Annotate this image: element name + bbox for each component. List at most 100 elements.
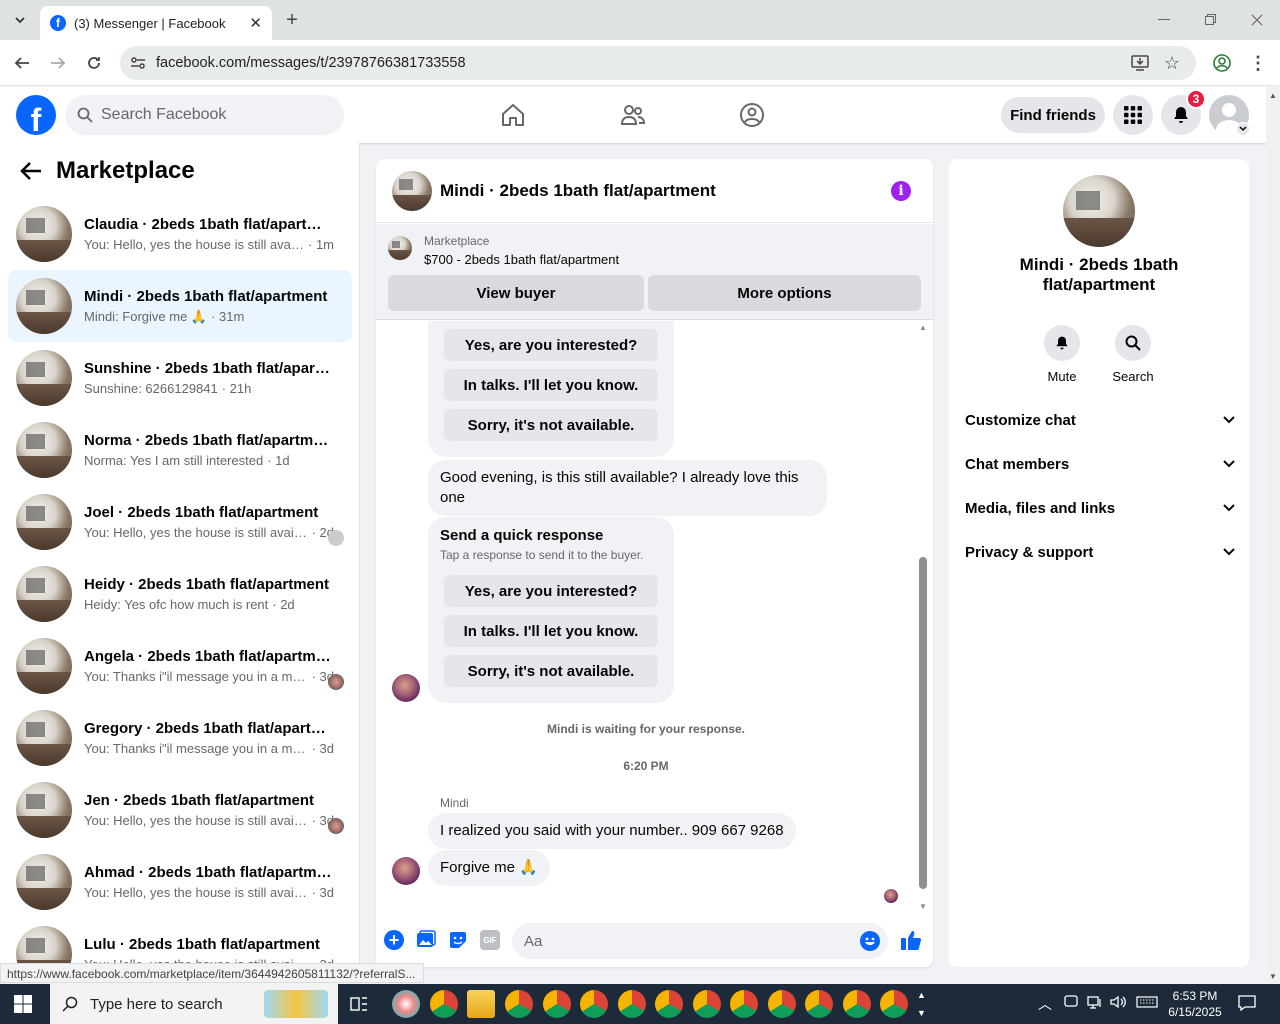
profile-icon[interactable] (1210, 51, 1234, 75)
thread-scrollbar[interactable]: ▲ ▼ (917, 321, 929, 913)
conversation-item[interactable]: Gregory · 2beds 1bath flat/apartment You:… (8, 702, 352, 774)
listing-thumbnail[interactable] (388, 236, 412, 260)
menu-grid-icon[interactable] (1113, 95, 1153, 135)
chrome-profile-taskbar-icon[interactable] (730, 990, 758, 1018)
network-icon[interactable] (1087, 995, 1103, 1009)
conversation-item[interactable]: Joel · 2beds 1bath flat/apartment You: He… (8, 486, 352, 558)
back-arrow-icon[interactable] (20, 161, 42, 181)
search-conversation-button[interactable]: Search (1108, 325, 1158, 384)
conversation-item[interactable]: Heidy · 2beds 1bath flat/apartment Heidy:… (8, 558, 352, 630)
app-taskbar-icon[interactable] (392, 990, 420, 1018)
conversation-name: Angela · 2beds 1bath flat/apartment (84, 648, 334, 665)
quick-reply-button[interactable]: Yes, are you interested? (444, 329, 658, 361)
search-facebook-input[interactable]: Search Facebook (65, 95, 344, 135)
taskbar-scroll-icon[interactable]: ▲ ▼ (917, 986, 926, 1022)
emoji-icon[interactable] (860, 931, 880, 951)
task-view-icon[interactable] (350, 996, 368, 1012)
conversation-item[interactable]: Claudia · 2beds 1bath flat/apartment You:… (8, 198, 352, 270)
chrome-profile-taskbar-icon[interactable] (617, 990, 646, 1018)
gif-icon[interactable]: GIF (480, 930, 500, 950)
quick-response-subtitle: Tap a response to send it to the buyer. (440, 548, 644, 562)
conversation-item[interactable]: Norma · 2beds 1bath flat/apartment Norma:… (8, 414, 352, 486)
details-section-row[interactable]: Media, files and links (965, 486, 1235, 530)
conversation-thumbnail (16, 710, 72, 766)
browser-menu-icon[interactable]: ⋮ (1246, 51, 1270, 75)
conversation-preview: Sunshine: 6266129841 (84, 381, 218, 396)
chrome-taskbar-icon[interactable] (430, 990, 458, 1018)
message-composer: + GIF Aa (376, 915, 933, 967)
keyboard-icon[interactable] (1136, 996, 1158, 1008)
new-tab-plus-icon[interactable]: + (280, 8, 304, 32)
conversation-item[interactable]: Mindi · 2beds 1bath flat/apartment Mindi:… (8, 270, 352, 342)
add-plus-icon[interactable]: + (384, 930, 404, 950)
tab-list-chevron-icon[interactable] (8, 8, 32, 32)
photo-icon[interactable] (416, 930, 436, 950)
tab-close-icon[interactable]: ✕ (249, 14, 262, 32)
notification-center-icon[interactable] (1238, 994, 1256, 1012)
browser-tab[interactable]: f (3) Messenger | Facebook ✕ (40, 6, 272, 40)
quick-reply-button[interactable]: In talks. I'll let you know. (444, 615, 658, 647)
conversation-name: Ahmad · 2beds 1bath flat/apartment (84, 864, 334, 881)
chrome-profile-taskbar-icon[interactable] (580, 990, 608, 1018)
details-section-row[interactable]: Privacy & support (965, 530, 1235, 574)
conversation-item[interactable]: Jen · 2beds 1bath flat/apartment You: Hel… (8, 774, 352, 846)
sender-avatar[interactable] (392, 674, 420, 702)
conversation-thumbnail (16, 566, 72, 622)
contact-avatar[interactable] (1063, 175, 1135, 247)
facebook-logo-icon[interactable]: f (16, 95, 56, 135)
conversation-preview: You: Hello, yes the house is still avail… (84, 813, 308, 828)
site-info-icon[interactable] (130, 55, 146, 71)
install-app-icon[interactable] (1128, 51, 1152, 75)
tray-meet-icon[interactable] (1064, 994, 1078, 1008)
address-bar[interactable]: facebook.com/messages/t/2397876638173355… (120, 46, 1196, 80)
chrome-profile-taskbar-icon[interactable] (655, 990, 683, 1018)
chrome-profile-taskbar-icon[interactable] (880, 990, 908, 1018)
quick-reply-button[interactable]: Sorry, it's not available. (444, 409, 658, 441)
quick-reply-button[interactable]: In talks. I'll let you know. (444, 369, 658, 401)
listing-title[interactable]: $700 - 2beds 1bath flat/apartment (424, 252, 619, 267)
reload-icon[interactable] (82, 51, 106, 75)
message-input[interactable]: Aa (512, 923, 888, 959)
tray-chevron-icon[interactable]: ︿ (1038, 994, 1052, 1014)
find-friends-button[interactable]: Find friends (1001, 97, 1105, 133)
details-section-row[interactable]: Chat members (965, 442, 1235, 486)
quick-reply-button[interactable]: Sorry, it's not available. (444, 655, 658, 687)
info-icon[interactable]: i (891, 181, 911, 201)
groups-icon[interactable] (736, 99, 768, 131)
view-buyer-button[interactable]: View buyer (388, 275, 644, 311)
account-chevron-icon[interactable] (1236, 122, 1250, 136)
mute-button[interactable]: Mute (1037, 325, 1087, 384)
forward-arrow-icon[interactable] (46, 51, 70, 75)
home-icon[interactable] (497, 99, 529, 131)
conversation-item[interactable]: Ahmad · 2beds 1bath flat/apartment You: H… (8, 846, 352, 918)
chrome-profile-taskbar-icon[interactable] (505, 990, 533, 1018)
volume-icon[interactable] (1110, 995, 1126, 1009)
chrome-profile-taskbar-icon[interactable] (805, 990, 833, 1018)
chrome-profile-taskbar-icon[interactable] (692, 990, 721, 1018)
minimize-icon[interactable] (1152, 8, 1176, 32)
conversation-item[interactable]: Angela · 2beds 1bath flat/apartment You: … (8, 630, 352, 702)
chrome-profile-taskbar-icon[interactable] (542, 990, 571, 1018)
friends-icon[interactable] (617, 99, 649, 131)
close-window-icon[interactable] (1245, 8, 1269, 32)
details-section-row[interactable]: Customize chat (965, 398, 1235, 442)
back-arrow-icon[interactable] (10, 51, 34, 75)
file-explorer-icon[interactable] (467, 990, 495, 1018)
chat-title[interactable]: Mindi · 2beds 1bath flat/apartment (440, 181, 716, 201)
sticker-icon[interactable] (448, 930, 468, 950)
windows-start-icon[interactable] (14, 995, 32, 1013)
restore-icon[interactable] (1198, 8, 1222, 32)
taskbar-search-box[interactable]: Type here to search (50, 984, 338, 1024)
like-thumb-icon[interactable] (900, 929, 922, 951)
chat-avatar[interactable] (392, 170, 432, 211)
chrome-profile-taskbar-icon[interactable] (767, 990, 796, 1018)
page-scrollbar[interactable]: ▲ ▼ (1266, 87, 1280, 983)
clock[interactable]: 6:53 PM 6/15/2025 (1164, 988, 1226, 1020)
conversation-name: Claudia · 2beds 1bath flat/apartment (84, 216, 334, 233)
bookmark-star-icon[interactable]: ☆ (1160, 51, 1184, 75)
quick-reply-button[interactable]: Yes, are you interested? (444, 575, 658, 607)
chrome-profile-taskbar-icon[interactable] (842, 990, 871, 1018)
conversation-item[interactable]: Sunshine · 2beds 1bath flat/apartment Sun… (8, 342, 352, 414)
more-options-button[interactable]: More options (648, 275, 921, 311)
sender-avatar[interactable] (392, 857, 420, 885)
